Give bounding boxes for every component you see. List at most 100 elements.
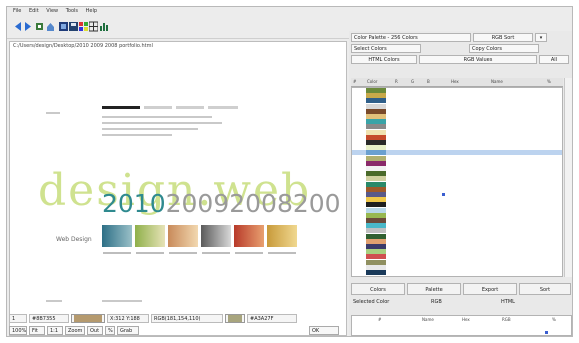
thumbnail[interactable]: [234, 225, 264, 247]
status-swatch-2-label: #A3A27F: [247, 314, 297, 323]
fit-button[interactable]: Fit: [29, 326, 45, 335]
app-window: File Edit View Tools Help C:/Users/desig…: [6, 6, 573, 337]
footer-text-line: [102, 300, 142, 302]
text-line: [102, 116, 212, 118]
year-rest: 20092008200: [165, 189, 341, 218]
color-table[interactable]: [351, 87, 563, 277]
text-line: [102, 122, 222, 124]
footer-text-line: [46, 300, 62, 302]
thumbnail-caption: [268, 252, 296, 254]
thumbnail[interactable]: [135, 225, 165, 247]
status-info: RGB(181,154,110): [151, 314, 223, 323]
col-name[interactable]: Name: [491, 79, 503, 84]
tab-all[interactable]: All: [539, 55, 569, 64]
col2-hex: Hex: [462, 317, 470, 322]
percent-label: %: [105, 326, 115, 335]
back-icon[interactable]: [13, 21, 22, 32]
html-label: HTML: [501, 299, 515, 305]
select-colors-button[interactable]: Select Colors: [351, 44, 421, 53]
chevron-down-icon[interactable]: ▾: [535, 33, 547, 42]
swatch-2-color: [228, 315, 242, 322]
refresh-icon[interactable]: [35, 21, 44, 32]
file-path: C:/Users/design/Desktop/2010 2009 2008 p…: [13, 43, 153, 49]
vertical-scrollbar[interactable]: [564, 78, 572, 277]
tab-colors[interactable]: Colors: [351, 283, 405, 295]
selected-colors-table[interactable]: # Name Hex RGB %: [351, 315, 572, 336]
selection-marker: [442, 193, 445, 196]
tab-export[interactable]: Export: [463, 283, 517, 295]
col-hex[interactable]: Hex: [451, 79, 459, 84]
thumbnail-caption: [235, 252, 263, 254]
col2-name: Name: [422, 317, 434, 322]
menu-help[interactable]: Help: [86, 7, 97, 16]
menu-file[interactable]: File: [13, 7, 21, 16]
nav-item: [144, 106, 172, 109]
tab-sort[interactable]: Sort: [519, 283, 571, 295]
col-percent[interactable]: %: [547, 79, 551, 84]
col-r[interactable]: R: [395, 79, 398, 84]
sort-dropdown[interactable]: RGB Sort: [473, 33, 533, 42]
chart-icon[interactable]: [99, 21, 108, 32]
col2-rgb: RGB: [502, 317, 511, 322]
nav-item: [176, 106, 204, 109]
rgb-label: RGB: [431, 299, 442, 305]
table-row[interactable]: [352, 270, 562, 275]
thumbnail-caption: [136, 252, 164, 254]
grab-button[interactable]: Grab: [117, 326, 139, 335]
thumbnail[interactable]: [201, 225, 231, 247]
tab-html-colors[interactable]: HTML Colors: [351, 55, 417, 64]
thumbnail-caption: [169, 252, 197, 254]
thumbnail-caption: [202, 252, 230, 254]
status-swatch-2: [225, 314, 245, 323]
year-banner: 201020092008200: [102, 189, 341, 218]
nav-item: [208, 106, 238, 109]
status-count: 1: [9, 314, 27, 323]
col-index[interactable]: #: [353, 79, 356, 84]
menu-edit[interactable]: Edit: [29, 7, 39, 16]
preview-panel[interactable]: C:/Users/design/Desktop/2010 2009 2008 p…: [9, 41, 347, 336]
zoom-out-button[interactable]: Out: [87, 326, 103, 335]
tab-rgb-values[interactable]: RGB Values: [419, 55, 537, 64]
nav-item-active: [102, 106, 140, 109]
col-g[interactable]: G: [411, 79, 414, 84]
selection-marker: [545, 331, 548, 334]
grid-icon[interactable]: [89, 21, 98, 32]
year-2010: 2010: [102, 189, 166, 218]
col-color[interactable]: Color: [367, 79, 377, 84]
menu-bar: File Edit View Tools Help: [7, 7, 572, 16]
copy-colors-button[interactable]: Copy Colors: [469, 44, 539, 53]
save-icon[interactable]: [69, 21, 78, 32]
status-position: X:312 Y:188: [107, 314, 149, 323]
home-icon[interactable]: [46, 21, 55, 32]
forward-icon[interactable]: [24, 21, 33, 32]
text-line: [102, 134, 172, 136]
text-line: [102, 128, 198, 130]
thumbnail-caption: [103, 252, 131, 254]
menu-view[interactable]: View: [46, 7, 58, 16]
text-line: [46, 112, 60, 114]
color-swatch: [366, 270, 386, 275]
thumbnail[interactable]: [168, 225, 198, 247]
actual-size-button[interactable]: 1:1: [47, 326, 63, 335]
col2-percent: %: [552, 317, 556, 322]
thumbnail[interactable]: [267, 225, 297, 247]
swatch-1-color: [74, 315, 102, 322]
status-swatch-1-label: #8B7355: [29, 314, 69, 323]
side-label: Web Design: [56, 236, 92, 243]
thumbnail[interactable]: [102, 225, 132, 247]
preview-status-area: 1 #8B7355 X:312 Y:188 RGB(181,154,110) #…: [9, 314, 347, 336]
palette-panel: Color Palette - 256 Colors RGB Sort ▾ Se…: [349, 31, 572, 336]
zoom-in-button[interactable]: Zoom: [65, 326, 85, 335]
col-b[interactable]: B: [427, 79, 430, 84]
tab-palette[interactable]: Palette: [407, 283, 461, 295]
table-header: # Color R G B Hex Name %: [351, 78, 563, 87]
zoom-value[interactable]: 100%: [9, 326, 27, 335]
menu-tools[interactable]: Tools: [66, 7, 78, 16]
status-swatch-1: [71, 314, 105, 323]
open-icon[interactable]: [59, 21, 68, 32]
palette-mode-label: Color Palette - 256 Colors: [351, 33, 471, 42]
col2-index: #: [378, 317, 382, 322]
ok-button[interactable]: OK: [309, 326, 339, 335]
palette-icon[interactable]: [79, 21, 88, 32]
selected-color-label: Selected Color: [353, 299, 390, 305]
